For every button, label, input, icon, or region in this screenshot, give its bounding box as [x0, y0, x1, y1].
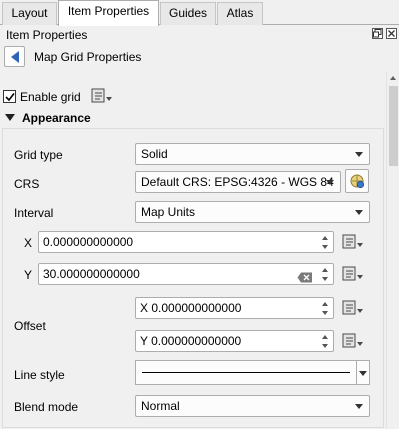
crs-value: Default CRS: EPSG:4326 - WGS 84	[141, 175, 334, 189]
offset-y-spinbox[interactable]: Y 0.000000000000	[135, 330, 334, 352]
collapse-triangle-icon[interactable]	[5, 114, 15, 121]
data-defined-override-icon[interactable]	[91, 88, 113, 104]
tab-bar: Layout Item Properties Guides Atlas	[0, 0, 399, 26]
interval-y-label: Y	[24, 268, 33, 282]
chevron-down-icon	[355, 404, 363, 409]
tab-item-properties[interactable]: Item Properties	[58, 0, 159, 26]
panel-title: Item Properties	[6, 28, 88, 42]
back-button[interactable]	[4, 46, 25, 67]
offset-x-spinbox[interactable]: X 0.000000000000	[135, 297, 334, 319]
vertical-scrollbar[interactable]	[386, 72, 399, 429]
scrollbar-thumb[interactable]	[389, 86, 398, 166]
tab-layout[interactable]: Layout	[2, 2, 57, 25]
appearance-label: Appearance	[22, 111, 91, 125]
float-panel-icon[interactable]	[372, 28, 383, 39]
scroll-up-icon[interactable]	[390, 76, 396, 80]
grid-type-value: Solid	[141, 147, 168, 161]
line-style-preview[interactable]	[135, 360, 357, 385]
interval-x-label: X	[24, 236, 33, 250]
crs-label: CRS	[14, 177, 40, 191]
arrow-left-icon	[11, 51, 19, 63]
breadcrumb: Map Grid Properties	[34, 50, 142, 64]
close-panel-icon[interactable]	[386, 28, 397, 39]
chevron-down-icon	[355, 152, 363, 157]
spin-up-icon[interactable]	[320, 234, 331, 243]
blend-mode-select[interactable]: Normal	[135, 395, 370, 417]
spin-down-icon[interactable]	[320, 309, 331, 318]
enable-grid-checkbox[interactable]	[3, 90, 16, 103]
clear-field-icon[interactable]	[297, 269, 313, 283]
spin-up-icon[interactable]	[320, 300, 331, 309]
data-defined-override-icon[interactable]	[342, 234, 364, 250]
chevron-down-icon[interactable]	[357, 360, 370, 385]
chevron-down-icon	[355, 210, 363, 215]
projection-selector-button[interactable]	[345, 169, 369, 193]
interval-units-value: Map Units	[141, 205, 196, 219]
line-style-label: Line style	[14, 368, 65, 382]
line-style-button[interactable]	[135, 360, 370, 385]
grid-type-select[interactable]: Solid	[135, 143, 370, 165]
data-defined-override-icon[interactable]	[342, 333, 364, 349]
data-defined-override-icon[interactable]	[342, 266, 364, 282]
spin-down-icon[interactable]	[320, 275, 331, 284]
blend-mode-value: Normal	[141, 399, 180, 413]
crs-select[interactable]: Default CRS: EPSG:4326 - WGS 84	[135, 171, 341, 193]
offset-label: Offset	[14, 319, 46, 333]
spin-up-icon[interactable]	[320, 266, 331, 275]
offset-y-value: Y 0.000000000000	[140, 334, 242, 348]
interval-y-spinbox[interactable]: 30.000000000000	[38, 263, 334, 285]
tab-atlas[interactable]: Atlas	[217, 2, 263, 25]
interval-y-value: 30.000000000000	[43, 267, 140, 281]
chevron-down-icon	[326, 180, 334, 185]
grid-type-label: Grid type	[14, 148, 63, 162]
spin-down-icon[interactable]	[320, 243, 331, 252]
interval-units-select[interactable]: Map Units	[135, 201, 370, 223]
interval-x-spinbox[interactable]: 0.000000000000	[38, 231, 334, 253]
offset-x-value: X 0.000000000000	[140, 301, 242, 315]
enable-grid-label: Enable grid	[20, 90, 81, 104]
projection-selector-icon	[350, 174, 365, 189]
checkmark-icon	[5, 93, 15, 102]
blend-mode-label: Blend mode	[14, 400, 79, 414]
spin-down-icon[interactable]	[320, 342, 331, 351]
interval-label: Interval	[14, 206, 54, 220]
spin-up-icon[interactable]	[320, 333, 331, 342]
tab-guides[interactable]: Guides	[160, 2, 216, 25]
data-defined-override-icon[interactable]	[342, 300, 364, 316]
interval-x-value: 0.000000000000	[43, 235, 134, 249]
